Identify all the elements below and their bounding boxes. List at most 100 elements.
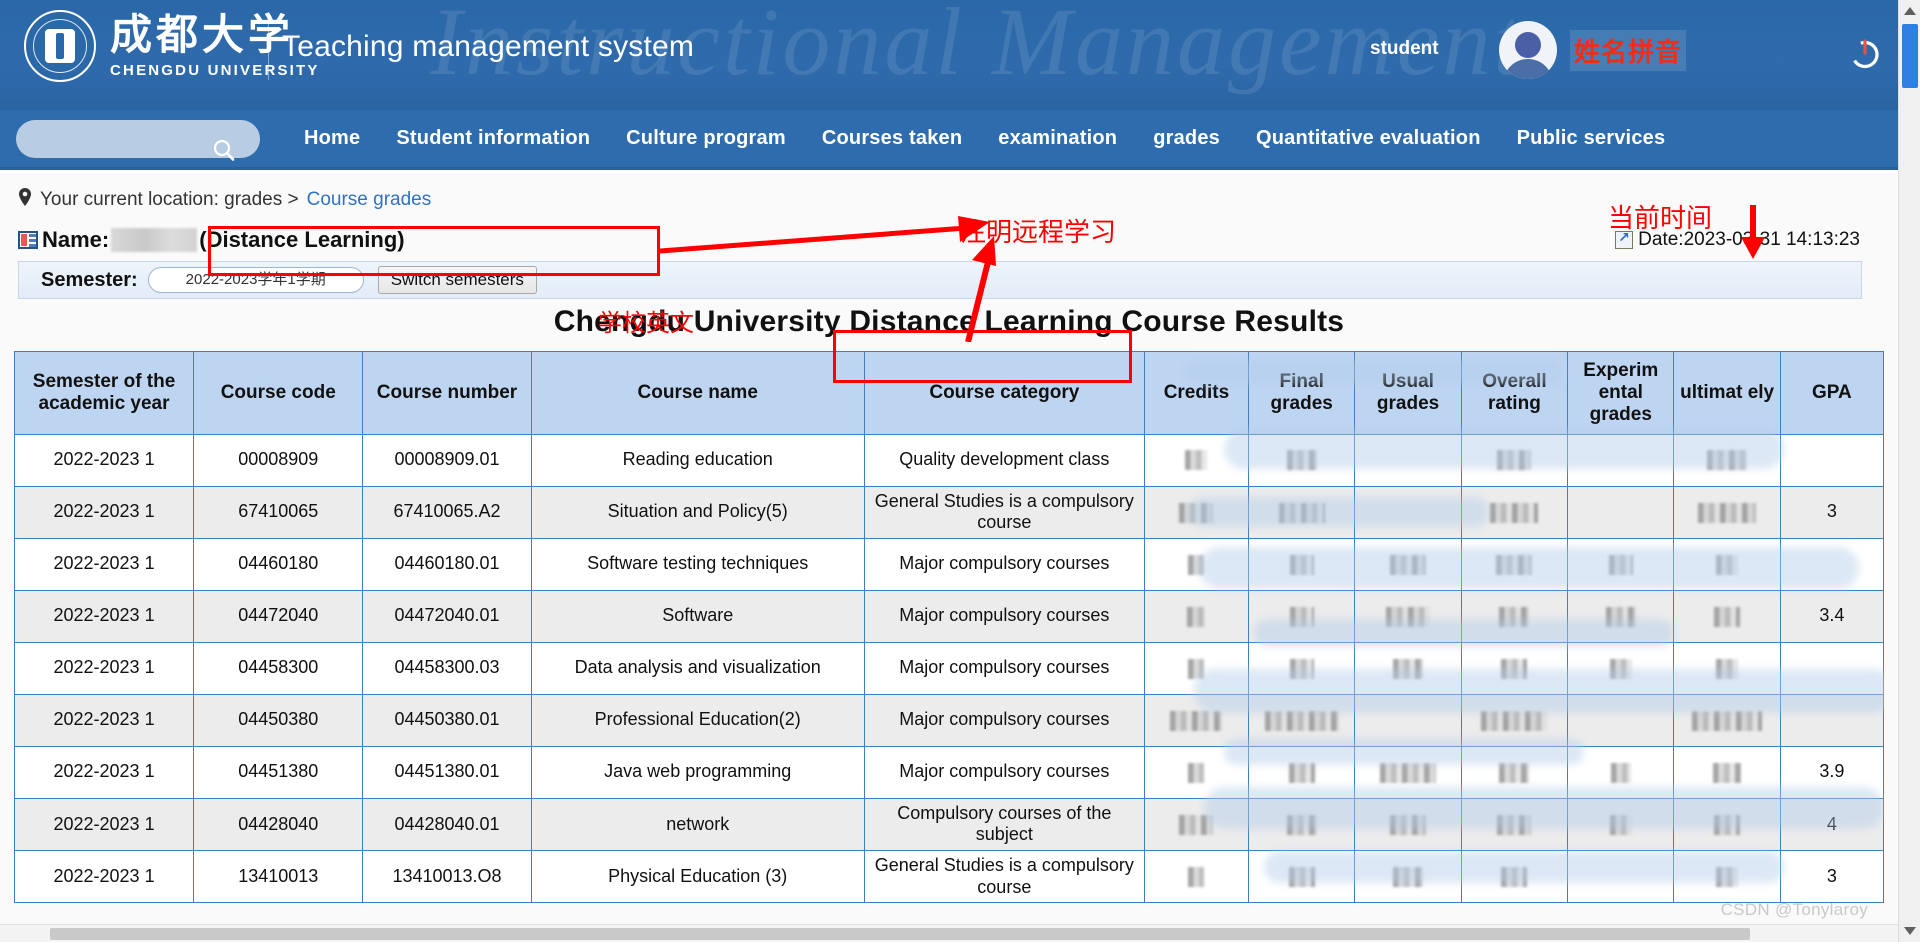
cell-overall-rating	[1460, 745, 1569, 799]
redacted-value	[1188, 866, 1205, 887]
vertical-scrollbar[interactable]	[1898, 0, 1920, 942]
redacted-value	[1288, 866, 1315, 887]
cell-gpa	[1779, 641, 1884, 695]
col-credits[interactable]: Credits	[1143, 351, 1250, 435]
location-pin-icon	[18, 187, 32, 213]
col-ultimately[interactable]: ultimat ely	[1673, 351, 1781, 435]
cell-ultimately	[1673, 537, 1781, 591]
user-name-label: 姓名拼音	[1570, 30, 1687, 71]
redacted-value	[1714, 606, 1741, 627]
cell-usual-grades	[1354, 433, 1462, 487]
cell-gpa	[1779, 537, 1884, 591]
scroll-up-arrow-icon[interactable]	[1904, 7, 1916, 15]
cell-experimental-grades	[1567, 849, 1675, 903]
nav-item-courses-taken[interactable]: Courses taken	[804, 127, 980, 150]
redacted-value	[1170, 710, 1223, 731]
col-final-grades[interactable]: Final grades	[1248, 351, 1356, 435]
redacted-value	[1499, 606, 1530, 627]
redacted-value	[1713, 762, 1742, 783]
cell-experimental-grades	[1567, 589, 1675, 643]
col-semester[interactable]: Semester of the academic year	[14, 351, 195, 435]
page-header: Instructional Management 成都大学 CHENGDU UN…	[0, 0, 1898, 110]
cell-final-grades	[1248, 745, 1356, 799]
switch-semesters-button[interactable]: Switch semesters	[377, 266, 537, 294]
university-crest-icon	[24, 10, 96, 82]
nav-item-examination[interactable]: examination	[980, 127, 1135, 150]
nav-item-home[interactable]: Home	[286, 127, 378, 150]
redacted-value	[1393, 866, 1424, 887]
table-header-row: Semester of the academic year Course cod…	[14, 351, 1884, 435]
vertical-scroll-thumb[interactable]	[1902, 24, 1918, 88]
table-row[interactable]: 2022-2023 1 04450380 04450380.01 Profession…	[14, 693, 1884, 747]
col-course-code[interactable]: Course code	[193, 351, 364, 435]
redacted-value	[1605, 606, 1636, 627]
cell-course-name: Professional Education(2)	[530, 693, 865, 747]
nav-item-public-services[interactable]: Public services	[1499, 127, 1684, 150]
col-course-name[interactable]: Course name	[530, 351, 865, 435]
table-row[interactable]: 2022-2023 1 13410013 13410013.O8 Physical E…	[14, 849, 1884, 903]
cell-ultimately	[1673, 641, 1781, 695]
university-logo: 成都大学 CHENGDU UNIVERSITY	[24, 10, 320, 82]
nav-item-culture-program[interactable]: Culture program	[608, 127, 804, 150]
redacted-value	[1490, 502, 1539, 523]
redacted-value	[1289, 554, 1314, 575]
table-row[interactable]: 2022-2023 1 04460180 04460180.01 Software t…	[14, 537, 1884, 591]
nav-item-grades[interactable]: grades	[1135, 127, 1238, 150]
cell-final-grades	[1248, 693, 1356, 747]
redacted-value	[1481, 710, 1548, 731]
nav-item-student-information[interactable]: Student information	[378, 127, 608, 150]
redacted-value	[1714, 814, 1741, 835]
cell-semester: 2022-2023 1	[14, 537, 195, 591]
cell-final-grades	[1248, 485, 1356, 539]
col-usual-grades[interactable]: Usual grades	[1354, 351, 1462, 435]
nav-item-quantitative-evaluation[interactable]: Quantitative evaluation	[1238, 127, 1499, 150]
cell-course-code: 04460180	[193, 537, 364, 591]
cell-course-code: 04458300	[193, 641, 364, 695]
page-title: Chengdu University Distance Learning Cou…	[0, 305, 1898, 339]
redacted-value	[1286, 450, 1317, 471]
cell-experimental-grades	[1567, 693, 1675, 747]
breadcrumb-current[interactable]: Course grades	[307, 189, 432, 211]
table-row[interactable]: 2022-2023 1 67410065 67410065.A2 Situation …	[14, 485, 1884, 539]
cell-gpa	[1779, 433, 1884, 487]
table-row[interactable]: 2022-2023 1 04472040 04472040.01 Software Ma…	[14, 589, 1884, 643]
id-card-icon	[18, 231, 38, 249]
datetime-text: Date:2023-03-31 14:13:23	[1638, 229, 1860, 250]
horizontal-scrollbar[interactable]	[0, 924, 1898, 942]
table-row[interactable]: 2022-2023 1 00008909 00008909.01 Reading ed…	[14, 433, 1884, 487]
cell-course-code: 04450380	[193, 693, 364, 747]
scroll-down-arrow-icon[interactable]	[1904, 927, 1916, 935]
redacted-value	[1185, 450, 1208, 471]
grades-table-body: 2022-2023 1 00008909 00008909.01 Reading ed…	[14, 433, 1884, 903]
cell-semester: 2022-2023 1	[14, 693, 195, 747]
avatar[interactable]	[1499, 21, 1557, 79]
redacted-value	[1497, 450, 1532, 471]
cell-gpa: 4	[1779, 797, 1884, 851]
cell-course-name: Reading education	[530, 433, 865, 487]
col-overall-rating[interactable]: Overall rating	[1460, 351, 1569, 435]
table-row[interactable]: 2022-2023 1 04428040 04428040.01 network Com…	[14, 797, 1884, 851]
redacted-value	[1497, 814, 1532, 835]
header-divider	[268, 18, 269, 80]
redacted-value	[1289, 658, 1314, 679]
semester-select[interactable]: 2022-2023学年1学期	[147, 267, 364, 293]
redacted-value	[1698, 502, 1757, 523]
student-name-row: Name: (Distance Learning)	[18, 227, 405, 253]
search-icon[interactable]	[212, 138, 236, 167]
table-row[interactable]: 2022-2023 1 04451380 04451380.01 Java web p…	[14, 745, 1884, 799]
table-row[interactable]: 2022-2023 1 04458300 04458300.03 Data analy…	[14, 641, 1884, 695]
col-experimental-grades[interactable]: Experim ental grades	[1567, 351, 1675, 435]
col-course-number[interactable]: Course number	[362, 351, 532, 435]
power-icon[interactable]	[1848, 36, 1882, 70]
system-title: Teaching management system	[282, 30, 695, 63]
cell-course-category: General Studies is a compulsory course	[863, 849, 1145, 903]
cell-ultimately	[1673, 849, 1781, 903]
col-course-category[interactable]: Course category	[863, 351, 1145, 435]
redacted-value	[1188, 762, 1205, 783]
redacted-value	[1393, 658, 1424, 679]
cell-ultimately	[1673, 693, 1781, 747]
cell-overall-rating	[1460, 797, 1569, 851]
horizontal-scroll-thumb[interactable]	[50, 928, 1750, 940]
student-name-label: Name:	[42, 227, 110, 252]
col-gpa[interactable]: GPA	[1779, 351, 1884, 435]
